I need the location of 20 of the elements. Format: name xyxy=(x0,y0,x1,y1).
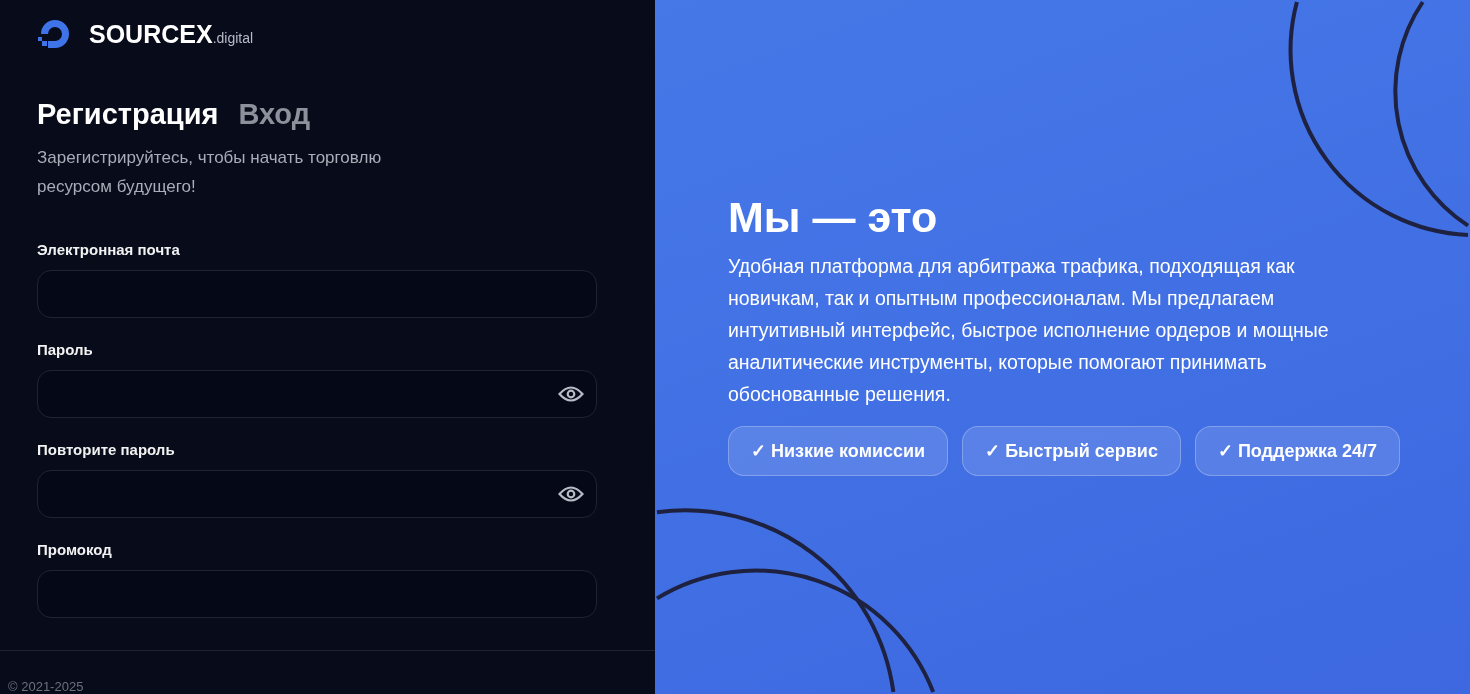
eye-icon[interactable] xyxy=(558,485,584,503)
tab[interactable]: Вход xyxy=(238,98,311,131)
brand-name: SOURCEX.digital xyxy=(89,19,254,49)
tab[interactable]: Регистрация xyxy=(37,98,219,131)
input-field[interactable] xyxy=(37,270,597,318)
feature-badge: ✓ Поддержка 24/7 xyxy=(1194,426,1401,476)
promo-heading: Мы — это xyxy=(728,193,939,242)
subtitle: Зарегистрируйтесь, чтобы начать торговлю ресурсом будущего! xyxy=(37,147,383,198)
field-label: Электронная почта xyxy=(37,241,181,258)
copyright-text: © 2021-2025 xyxy=(8,679,84,694)
input-field[interactable] xyxy=(37,370,597,418)
field-label: Пароль xyxy=(37,341,94,358)
field-label: Повторите пароль xyxy=(37,441,176,458)
feature-badge: ✓ Быстрый сервис xyxy=(962,426,1181,476)
promo-text: Удобная платформа для арбитража трафика, подходящая как новичкам, так и опытным профессионалам. Мы предлагаем интуитивный интерфейс, быстрое исполнение ордеров и мощные аналитические инструменты, которые помогают принимать обоснованные решения. xyxy=(728,254,1330,407)
input-field[interactable] xyxy=(37,570,597,618)
feature-badge: ✓ Низкие комиссии xyxy=(728,426,949,476)
input-field[interactable] xyxy=(37,470,597,518)
field-label: Промокод xyxy=(37,541,113,558)
eye-icon[interactable] xyxy=(558,385,584,403)
